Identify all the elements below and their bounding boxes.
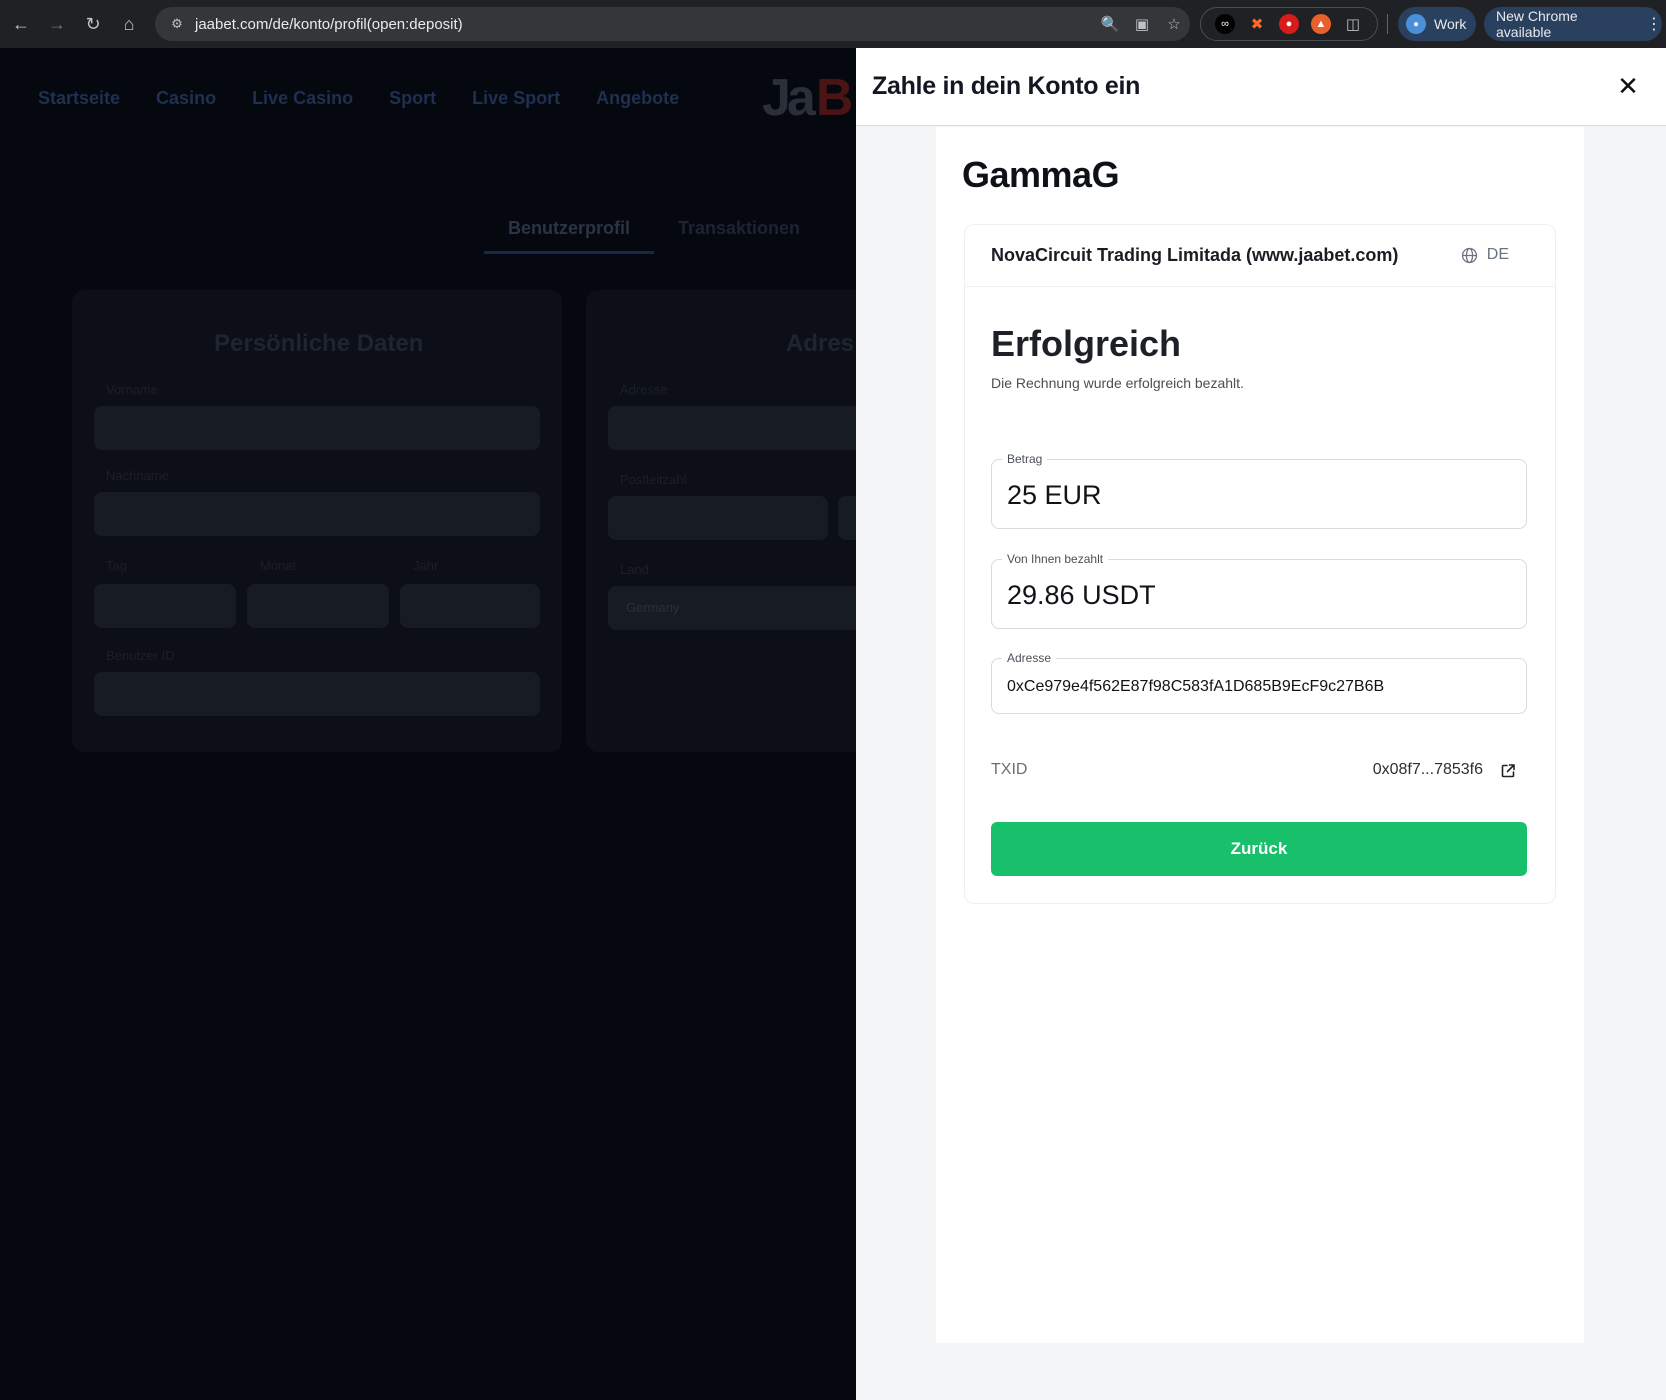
month-field[interactable]	[247, 584, 389, 628]
wallet-address-value[interactable]: 0xCe979e4f562E87f98C583fA1D685B9EcF9c27B…	[1007, 678, 1384, 696]
back-button[interactable]: Zurück	[991, 822, 1527, 876]
wallet-address-label: Adresse	[1002, 651, 1057, 665]
paid-value: 29.86 USDT	[1007, 580, 1156, 610]
day-label: Tag	[106, 558, 127, 573]
address-bar[interactable]: ⚙ jaabet.com/de/konto/profil(open:deposi…	[155, 7, 1190, 41]
forward-arrow-icon[interactable]: →	[40, 7, 74, 41]
update-label: New Chrome available	[1496, 8, 1578, 40]
site-main-nav: Startseite Casino Live Casino Sport Live…	[38, 88, 679, 109]
back-arrow-icon[interactable]: ←	[4, 7, 38, 41]
amount-label: Betrag	[1002, 452, 1048, 466]
profile-label: Work	[1434, 16, 1467, 32]
reload-icon[interactable]: ↻	[76, 7, 110, 41]
country-field[interactable]: Germany	[608, 586, 856, 630]
txid-value[interactable]: 0x08f7...7853f6	[1373, 761, 1483, 779]
external-link-icon[interactable]	[1497, 760, 1519, 782]
site-settings-icon[interactable]: ⚙	[161, 16, 193, 32]
month-label: Monat	[260, 558, 297, 573]
postcode-field[interactable]	[608, 496, 828, 540]
site-background: Startseite Casino Live Casino Sport Live…	[0, 48, 856, 1400]
last-name-label: Nachname	[106, 468, 169, 483]
merchant-name: NovaCircuit Trading Limitada (www.jaabet…	[991, 245, 1399, 265]
close-icon[interactable]: ✕	[1612, 70, 1644, 102]
drawer-title: Zahle in dein Konto ein	[872, 72, 1141, 100]
amount-value: 25 EUR	[1007, 480, 1102, 510]
address-title: Adres	[786, 330, 855, 357]
payment-brand: GammaG	[962, 154, 1120, 195]
toolbar-divider	[1387, 14, 1388, 34]
url-text[interactable]: jaabet.com/de/konto/profil(open:deposit)	[195, 16, 1094, 33]
home-icon[interactable]: ⌂	[112, 7, 146, 41]
bookmark-star-icon[interactable]: ☆	[1158, 15, 1190, 33]
year-field[interactable]	[400, 584, 540, 628]
amount-field: Betrag 25 EUR	[991, 452, 1527, 529]
install-app-icon[interactable]: ▣	[1126, 15, 1158, 33]
tab-transaktionen[interactable]: Transaktionen	[654, 218, 824, 254]
link-extension-icon[interactable]: ∞	[1215, 14, 1235, 34]
user-id-field[interactable]	[94, 672, 540, 716]
personal-data-title: Persönliche Daten	[214, 330, 424, 357]
nav-sport[interactable]: Sport	[389, 88, 436, 109]
address-label: Adresse	[620, 382, 668, 397]
avatar-icon: ●	[1406, 14, 1426, 34]
txid-label: TXID	[991, 761, 1028, 778]
country-value: Germany	[626, 600, 680, 615]
deposit-drawer: Zahle in dein Konto ein ✕ GammaG NovaCir…	[856, 48, 1666, 1400]
site-logo[interactable]: JaB	[762, 68, 853, 128]
status-title: Erfolgreich	[991, 323, 1182, 364]
country-label: Land	[620, 562, 649, 577]
nav-live-sport[interactable]: Live Sport	[472, 88, 560, 109]
crossed-extension-icon[interactable]: ✖	[1247, 14, 1267, 34]
user-id-label: Benutzer ID	[106, 648, 175, 663]
invoice-card: NovaCircuit Trading Limitada (www.jaabet…	[964, 224, 1556, 904]
postcode-label: Postleitzahl	[620, 472, 687, 487]
paid-field: Von Ihnen bezahlt 29.86 USDT	[991, 552, 1527, 629]
nav-live-casino[interactable]: Live Casino	[252, 88, 353, 109]
nav-startseite[interactable]: Startseite	[38, 88, 120, 109]
status-message: Die Rechnung wurde erfolgreich bezahlt.	[991, 375, 1244, 391]
nav-casino[interactable]: Casino	[156, 88, 216, 109]
language-selector[interactable]: DE	[1461, 246, 1509, 264]
nav-angebote[interactable]: Angebote	[596, 88, 679, 109]
paid-label: Von Ihnen bezahlt	[1002, 552, 1109, 566]
personal-data-card: Persönliche Daten Vorname Nachname Tag M…	[72, 290, 562, 752]
more-menu-icon[interactable]: ⋮	[1646, 14, 1662, 34]
fox-extension-icon[interactable]: ▲	[1311, 14, 1331, 34]
day-field[interactable]	[94, 584, 236, 628]
address-card: Adres Adresse Postleitzahl Land Germany	[586, 290, 856, 752]
drawer-header: Zahle in dein Konto ein ✕	[856, 48, 1666, 126]
zoom-icon[interactable]: 🔍	[1094, 15, 1126, 33]
wallet-address-field[interactable]: Adresse 0xCe979e4f562E87f98C583fA1D685B9…	[991, 651, 1527, 714]
language-code: DE	[1486, 246, 1509, 263]
invoice-header: NovaCircuit Trading Limitada (www.jaabet…	[965, 225, 1555, 287]
red-extension-icon[interactable]: ●	[1279, 14, 1299, 34]
profile-tabs: Benutzerprofil Transaktionen	[484, 218, 824, 254]
browser-toolbar: ← → ↻ ⌂ ⚙ jaabet.com/de/konto/profil(ope…	[0, 0, 1666, 48]
city-field[interactable]	[838, 496, 856, 540]
address-field[interactable]	[608, 406, 856, 450]
last-name-field[interactable]	[94, 492, 540, 536]
tab-benutzerprofil[interactable]: Benutzerprofil	[484, 218, 654, 254]
txid-row: TXID 0x08f7...7853f6	[991, 759, 1527, 783]
first-name-label: Vorname	[106, 382, 159, 397]
extensions-group: ∞ ✖ ● ▲ ◫	[1200, 7, 1378, 41]
puzzle-extensions-icon[interactable]: ◫	[1343, 14, 1363, 34]
chrome-update-button[interactable]: New Chrome available ⋮	[1484, 7, 1662, 41]
first-name-field[interactable]	[94, 406, 540, 450]
profile-button[interactable]: ● Work	[1398, 7, 1476, 41]
year-label: Jahr	[413, 558, 439, 573]
globe-icon	[1461, 247, 1477, 263]
